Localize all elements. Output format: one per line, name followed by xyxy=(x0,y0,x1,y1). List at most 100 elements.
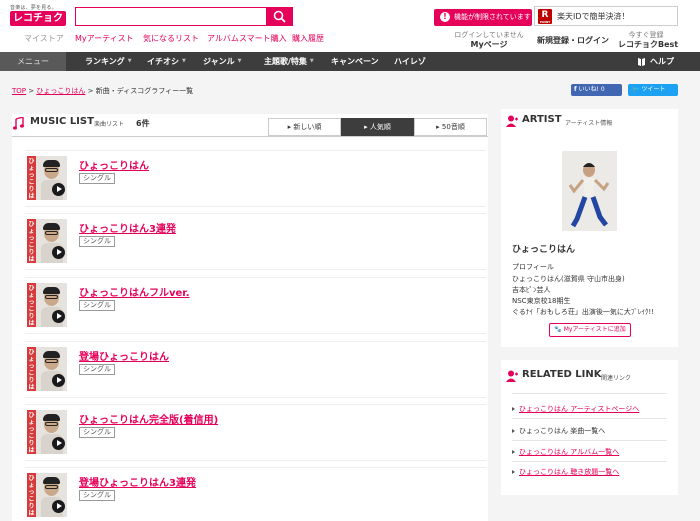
rakuten-text: 楽天IDで簡単決済！ xyxy=(557,12,630,21)
sort-tab-alpha-label: 50音順 xyxy=(441,123,465,131)
subnav-mystore[interactable]: マイストア xyxy=(24,33,64,45)
track-row[interactable]: ひょっこりはん 登場ひょっこりはん シングル xyxy=(25,341,486,398)
track-thumbnail[interactable]: ひょっこりはん xyxy=(27,219,67,263)
thumb-glasses xyxy=(45,485,58,489)
thumb-title-strip: ひょっこりはん xyxy=(27,347,36,391)
sort-tab-popular[interactable]: ▸ 人気順 xyxy=(341,118,414,136)
mypage-link[interactable]: Myページ xyxy=(448,39,530,50)
nav-theme-song[interactable]: 主題歌/特集 ▼ xyxy=(264,52,314,71)
rakuten-pay-button[interactable]: R POINT 楽天IDで簡単決済！ xyxy=(534,6,678,26)
music-list-divider xyxy=(12,136,488,137)
register-login-link[interactable]: 新規登録・ログイン xyxy=(534,35,612,46)
related-link-label: ひょっこりはん アルバム一覧へ xyxy=(519,448,620,456)
nav-genre[interactable]: ジャンル ▼ xyxy=(203,52,241,71)
track-type-badge: シングル xyxy=(79,173,115,184)
chevron-down-icon: ▼ xyxy=(182,58,186,64)
track-row[interactable]: ひょっこりはん ひょっこりはん完全版(着信用) シングル xyxy=(25,404,486,461)
facebook-like-button[interactable]: f いいね! 0 xyxy=(571,84,622,96)
play-icon[interactable] xyxy=(52,437,65,450)
related-link-artist-page[interactable]: ひょっこりはん アーティストページへ xyxy=(512,404,639,414)
thumb-glasses xyxy=(45,359,58,363)
search-button[interactable] xyxy=(266,7,293,26)
related-section-subtitle: 関連リンク xyxy=(601,375,632,382)
nav-menu[interactable]: メニュー xyxy=(0,52,66,71)
track-thumbnail[interactable]: ひょっこりはん xyxy=(27,410,67,454)
track-type-badge: シングル xyxy=(79,364,115,375)
related-divider xyxy=(512,461,667,462)
thumb-hair xyxy=(43,223,60,230)
artist-section-subtitle: アーティスト情報 xyxy=(565,120,613,127)
nav-campaign[interactable]: キャンペーン xyxy=(331,52,379,71)
breadcrumb-sep: > xyxy=(87,87,94,95)
subnav-album-smart[interactable]: アルバムスマート購入 xyxy=(207,33,287,45)
chevron-down-icon: ▼ xyxy=(237,58,242,64)
facebook-like-label: いいね! 0 xyxy=(578,86,605,93)
nav-theme-song-label: 主題歌/特集 xyxy=(264,57,307,66)
track-title[interactable]: 登場ひょっこりはん3連発 xyxy=(79,474,196,489)
breadcrumb-artist[interactable]: ひょっこりはん xyxy=(36,87,85,95)
track-thumbnail[interactable]: ひょっこりはん xyxy=(27,347,67,391)
subnav-history[interactable]: 購入履歴 xyxy=(292,33,324,45)
nav-genre-label: ジャンル xyxy=(203,57,235,66)
thumb-title-strip: ひょっこりはん xyxy=(27,156,36,200)
track-row[interactable]: ひょっこりはん ひょっこりはんフルver. シングル xyxy=(25,277,486,334)
track-row[interactable]: ひょっこりはん ひょっこりはん3連発 シングル xyxy=(25,213,486,270)
artist-panel: ARTIST アーティスト情報 ひょっこりはん プロフィール ひょっこりはん(滋… xyxy=(501,109,678,347)
sort-tab-newest[interactable]: ▸ 新しい順 xyxy=(268,118,341,136)
artist-person-icon xyxy=(506,115,518,127)
track-thumbnail[interactable]: ひょっこりはん xyxy=(27,473,67,517)
play-icon[interactable] xyxy=(52,500,65,513)
nav-ranking-label: ランキング xyxy=(85,57,125,66)
nav-help[interactable]: ヘルプ xyxy=(637,52,674,71)
play-icon[interactable] xyxy=(52,310,65,323)
triangle-bullet-icon xyxy=(512,407,515,411)
track-thumbnail[interactable]: ひょっこりはん xyxy=(27,156,67,200)
track-row[interactable]: ひょっこりはん 登場ひょっこりはん3連発 シングル xyxy=(25,467,486,521)
subnav-watchlist[interactable]: 気になるリスト xyxy=(143,33,199,45)
profile-heading: プロフィール xyxy=(512,263,554,271)
related-link-songs[interactable]: ひょっこりはん 楽曲一覧へ xyxy=(512,426,605,436)
artist-photo[interactable] xyxy=(562,151,617,231)
track-title[interactable]: ひょっこりはん3連発 xyxy=(79,220,176,235)
play-icon[interactable] xyxy=(52,246,65,259)
track-thumbnail[interactable]: ひょっこりはん xyxy=(27,283,67,327)
related-link-albums[interactable]: ひょっこりはん アルバム一覧へ xyxy=(512,447,619,457)
track-title[interactable]: ひょっこりはん xyxy=(79,157,149,172)
related-link-label: ひょっこりはん アーティストページへ xyxy=(519,405,640,413)
add-myartist-button[interactable]: 🐾 Myアーティストに追加 xyxy=(549,323,631,337)
breadcrumb-top[interactable]: TOP xyxy=(12,87,26,95)
nav-hires[interactable]: ハイレゾ xyxy=(394,52,426,71)
tweet-label: ツイート xyxy=(641,86,666,93)
site-logo[interactable]: レコチョク xyxy=(10,11,66,26)
track-title[interactable]: ひょっこりはんフルver. xyxy=(79,284,190,299)
sort-tab-popular-label: 人気順 xyxy=(369,123,391,131)
track-row[interactable]: ひょっこりはん ひょっこりはん シングル xyxy=(25,150,486,207)
play-icon[interactable] xyxy=(52,374,65,387)
subnav-myartist[interactable]: Myアーティスト xyxy=(75,33,134,45)
logo-tagline: 音楽は、夢を見る。 xyxy=(10,5,57,11)
play-icon[interactable] xyxy=(52,183,65,196)
track-title[interactable]: 登場ひょっこりはん xyxy=(79,348,169,363)
sort-tab-newest-label: 新しい順 xyxy=(293,123,322,131)
restriction-notice[interactable]: ! 機能が制限されています xyxy=(434,9,532,26)
triangle-bullet-icon xyxy=(512,429,515,433)
help-book-icon xyxy=(638,57,645,66)
profile-line: NSC東京校18期生 xyxy=(512,297,571,305)
facebook-icon: f xyxy=(574,86,577,93)
related-link-unlimited[interactable]: ひょっこりはん 聴き放題一覧へ xyxy=(512,467,619,477)
nav-ichioshi[interactable]: イチオシ ▼ xyxy=(147,52,186,71)
nav-ranking[interactable]: ランキング ▼ xyxy=(85,52,132,71)
chevron-down-icon: ▼ xyxy=(309,58,314,64)
sort-tab-alpha[interactable]: ▸ 50音順 xyxy=(414,118,487,136)
thumb-hair xyxy=(43,477,60,484)
thumb-title-strip: ひょっこりはん xyxy=(27,473,36,517)
track-title[interactable]: ひょっこりはん完全版(着信用) xyxy=(79,411,218,426)
paw-icon: 🐾 xyxy=(554,326,562,333)
thumb-title-strip: ひょっこりはん xyxy=(27,410,36,454)
add-myartist-label: Myアーティストに追加 xyxy=(563,326,626,333)
search-input[interactable] xyxy=(75,7,267,26)
recochoku-best-link[interactable]: レコチョクBest xyxy=(618,39,678,50)
related-links-panel: RELATED LINK 関連リンク ひょっこりはん アーティストページへ ひょ… xyxy=(501,360,678,495)
site-header: 音楽は、夢を見る。 レコチョク マイストア Myアーティスト 気になるリスト ア… xyxy=(0,0,700,52)
tweet-button[interactable]: 🐦 ツイート xyxy=(628,84,678,96)
